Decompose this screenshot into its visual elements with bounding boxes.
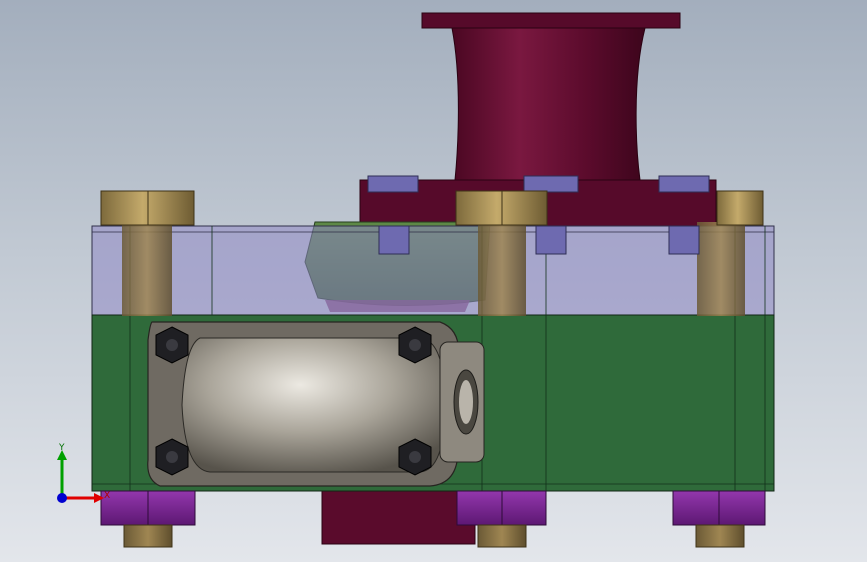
z-axis-dot bbox=[57, 493, 67, 503]
assembly-model[interactable] bbox=[0, 0, 867, 562]
pump-housing[interactable] bbox=[147, 321, 485, 487]
y-axis-label: Y bbox=[59, 443, 65, 453]
graphics-viewport[interactable]: Y X bbox=[0, 0, 867, 562]
x-axis-label: X bbox=[104, 491, 111, 501]
x-axis-head bbox=[94, 493, 104, 503]
